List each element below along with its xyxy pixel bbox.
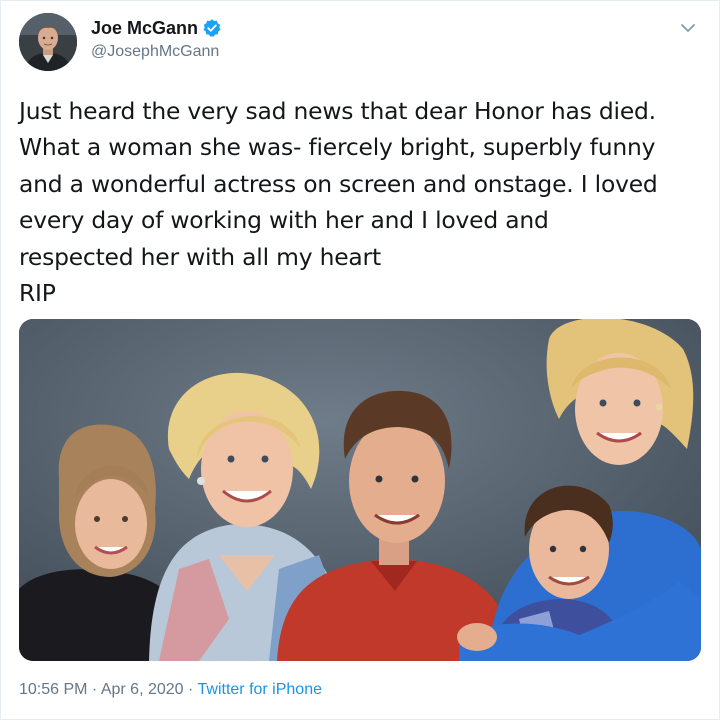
tweet-time[interactable]: 10:56 PM xyxy=(19,681,87,698)
meta-separator: · xyxy=(87,681,101,698)
chevron-down-icon[interactable] xyxy=(679,19,697,37)
tweet-text: Just heard the very sad news that dear H… xyxy=(19,97,658,308)
meta-separator: · xyxy=(183,681,198,698)
display-name[interactable]: Joe McGann xyxy=(91,18,198,39)
tweet-photo[interactable] xyxy=(19,319,701,661)
user-handle[interactable]: @JosephMcGann xyxy=(91,43,222,61)
avatar[interactable] xyxy=(19,13,77,71)
tweet-date[interactable]: Apr 6, 2020 xyxy=(101,681,184,698)
name-row: Joe McGann xyxy=(91,15,222,41)
user-info: Joe McGann @JosephMcGann xyxy=(91,15,222,61)
tweet-card: Joe McGann @JosephMcGann Just heard the … xyxy=(0,0,720,720)
tweet-source-link[interactable]: Twitter for iPhone xyxy=(198,681,323,698)
verified-badge-icon xyxy=(202,18,222,38)
tweet-metadata: 10:56 PM · Apr 6, 2020 · Twitter for iPh… xyxy=(19,681,322,699)
